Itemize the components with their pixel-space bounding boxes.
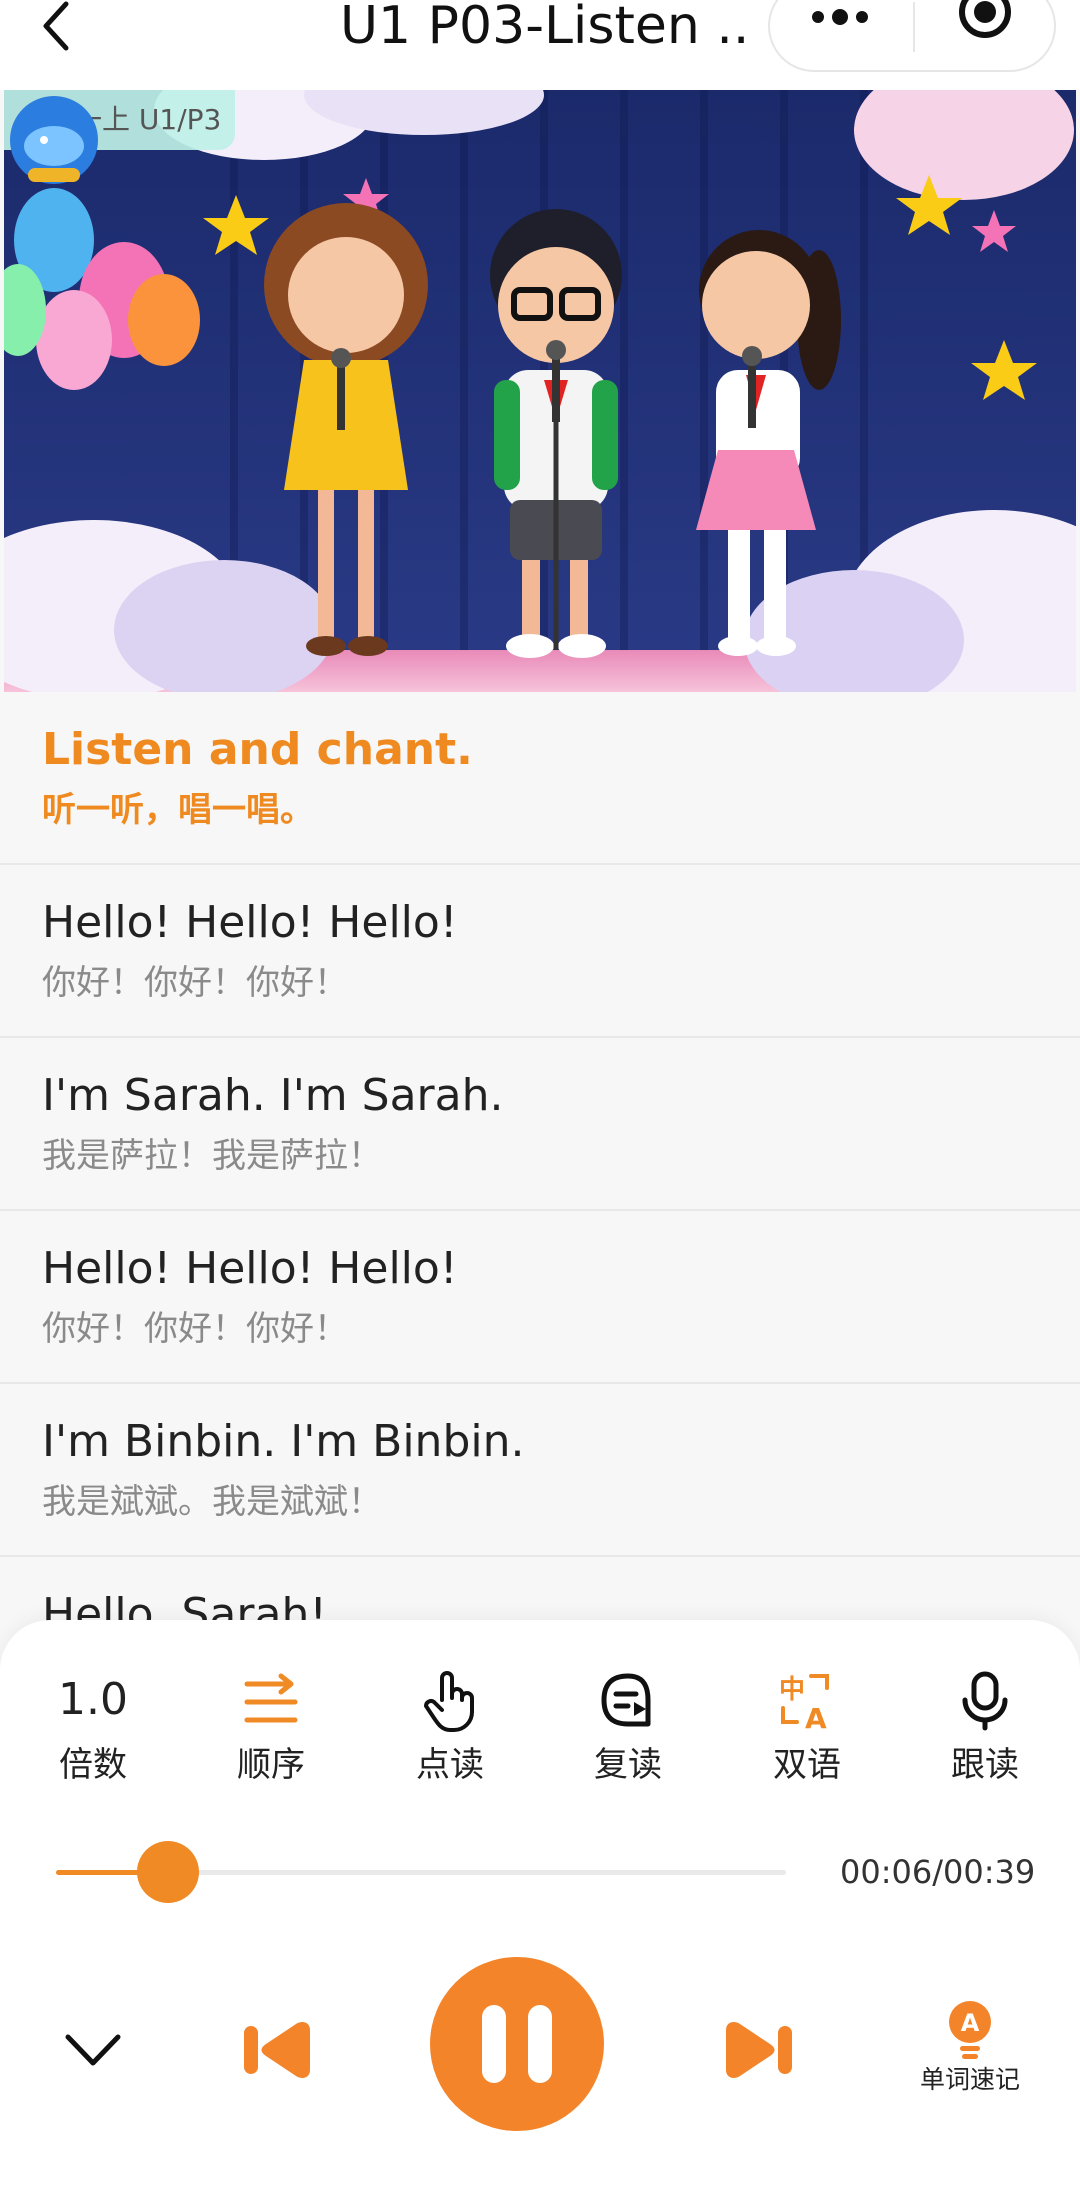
lightbulb-a-icon: A (949, 2001, 991, 2059)
progress-handle[interactable] (137, 1841, 200, 1903)
progress-slider[interactable] (56, 1841, 786, 1903)
playback-rate-button[interactable]: 1.0 倍数 (18, 1670, 168, 1800)
tap-read-label: 点读 (416, 1745, 484, 1785)
line-chinese: 我是斌斌。我是斌斌！ (42, 1482, 382, 1522)
line-english: I'm Sarah. I'm Sarah. (42, 1070, 504, 1121)
lesson-illustration: 人教一上 U1/P3 (4, 90, 1076, 692)
microphone-icon (962, 1671, 1008, 1731)
repeat-read-button[interactable]: 复读 (553, 1670, 703, 1800)
back-button[interactable] (30, 0, 86, 56)
svg-text:A: A (805, 1702, 827, 1732)
skip-previous-icon (244, 2022, 310, 2078)
playback-rate-value: 1.0 (58, 1674, 128, 1725)
playback-time: 00:06/00:39 (840, 1853, 1036, 1891)
list-item[interactable]: Hello! Hello! Hello! 你好！你好！你好！ (0, 1211, 1080, 1384)
collapse-button[interactable] (62, 2025, 124, 2075)
line-chinese: 你好！你好！你好！ (42, 1309, 348, 1349)
stage-scene (4, 90, 1076, 692)
list-item[interactable]: I'm Binbin. I'm Binbin. 我是斌斌。我是斌斌！ (0, 1384, 1080, 1557)
repeat-read-label: 复读 (594, 1745, 662, 1785)
line-chinese: 听一听，唱一唱。 (42, 790, 314, 830)
previous-button[interactable] (240, 2010, 320, 2090)
whale-logo-icon (10, 96, 98, 184)
svg-text:中: 中 (779, 1675, 805, 1705)
bilingual-button[interactable]: 中 A 双语 (732, 1670, 882, 1800)
svg-text:A: A (961, 2009, 980, 2037)
page-title: U1 P03-Listen ... (340, 0, 750, 54)
follow-read-button[interactable]: 跟读 (910, 1670, 1060, 1800)
vocabulary-label: 单词速记 (919, 2065, 1020, 2094)
close-program-button[interactable] (955, 0, 1015, 42)
pause-button[interactable] (430, 1957, 604, 2131)
line-english: Hello! Hello! Hello! (42, 897, 458, 948)
play-order-button[interactable]: 顺序 (196, 1670, 346, 1800)
chevron-down-icon (65, 2034, 121, 2066)
translate-icon: 中 A (779, 1674, 829, 1732)
tap-read-button[interactable]: 点读 (375, 1670, 525, 1800)
more-dots-icon (812, 9, 868, 25)
playback-rate-label: 倍数 (59, 1745, 127, 1785)
target-circle-icon (959, 0, 1011, 38)
line-english: I'm Binbin. I'm Binbin. (42, 1416, 525, 1467)
line-chinese: 我是萨拉！我是萨拉！ (42, 1136, 382, 1176)
top-bar: U1 P03-Listen ... (0, 0, 1080, 90)
list-item[interactable]: I'm Sarah. I'm Sarah. 我是萨拉！我是萨拉！ (0, 1038, 1080, 1211)
bilingual-label: 双语 (773, 1745, 841, 1785)
player-panel: 1.0 倍数 顺序 点读 复读 中 A 双语 跟读 00:06/00:39 A … (0, 1620, 1080, 2200)
pause-icon (482, 2005, 552, 2083)
vocabulary-button[interactable]: A 单词速记 (900, 2000, 1040, 2110)
list-item[interactable]: Listen and chant. 听一听，唱一唱。 (0, 692, 1080, 865)
hand-pointer-icon (424, 1671, 474, 1732)
more-button[interactable] (800, 0, 880, 42)
chevron-left-icon (43, 1, 69, 51)
line-english: Hello! Hello! Hello! (42, 1243, 458, 1294)
capsule-divider (913, 2, 915, 52)
play-order-label: 顺序 (237, 1745, 305, 1785)
line-chinese: 你好！你好！你好！ (42, 963, 348, 1003)
line-english: Listen and chant. (42, 724, 473, 775)
next-button[interactable] (716, 2010, 796, 2090)
mini-program-capsule (768, 0, 1056, 72)
list-order-icon (244, 1673, 298, 1723)
repeat-read-icon (601, 1673, 651, 1727)
list-item[interactable]: Hello! Hello! Hello! 你好！你好！你好！ (0, 865, 1080, 1038)
follow-read-label: 跟读 (951, 1745, 1019, 1785)
lesson-line-list: Listen and chant. 听一听，唱一唱。 Hello! Hello!… (0, 692, 1080, 1730)
skip-next-icon (726, 2022, 792, 2078)
